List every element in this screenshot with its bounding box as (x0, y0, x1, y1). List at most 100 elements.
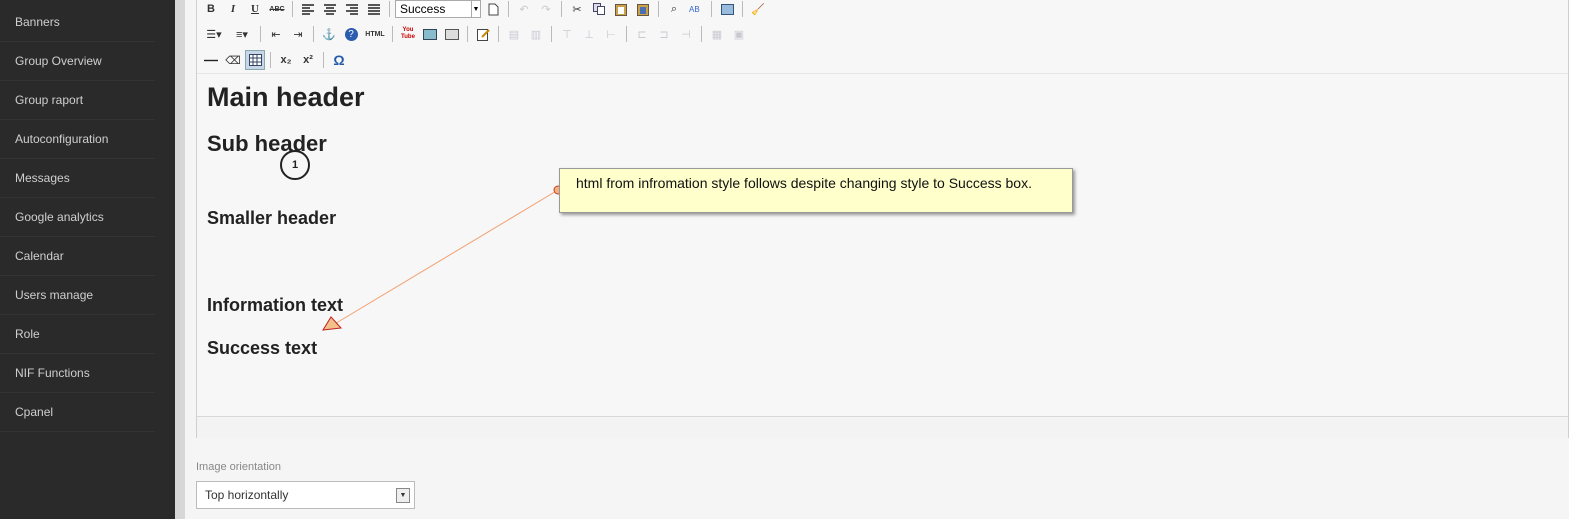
table-cell-props-icon[interactable]: ▥ (526, 24, 546, 44)
sidebar-item-banners[interactable]: Banners (0, 3, 155, 42)
sidebar-item-autoconfiguration[interactable]: Autoconfiguration (0, 120, 155, 159)
delete-col-icon[interactable]: ⊣ (676, 24, 696, 44)
redo-icon[interactable]: ↷ (536, 0, 556, 19)
toolbar-separator (561, 1, 562, 17)
editor-content[interactable]: Main header Sub header Smaller header In… (197, 73, 1568, 416)
sidebar-item-users-manage[interactable]: Users manage (0, 276, 155, 315)
undo-icon[interactable]: ↶ (514, 0, 534, 19)
style-select[interactable]: Success ▼ (395, 0, 481, 18)
sidebar-item-nif-functions[interactable]: NIF Functions (0, 354, 155, 393)
table-row-props-icon[interactable]: ▤ (504, 24, 524, 44)
paste-icon[interactable] (611, 0, 631, 19)
copy-icon[interactable] (589, 0, 609, 19)
find-icon[interactable]: ⌕ (664, 0, 684, 19)
toolbar-separator (323, 52, 324, 68)
fullscreen-icon[interactable] (717, 0, 737, 19)
smaller-header: Smaller header (207, 208, 337, 228)
horizontal-rule-icon[interactable] (201, 50, 221, 70)
chevron-down-icon: ▼ (396, 488, 410, 503)
numbered-list-icon[interactable]: ≡▾ (229, 24, 255, 44)
sidebar-item-messages[interactable]: Messages (0, 159, 155, 198)
italic-label: I (230, 3, 236, 15)
toolbar-separator (260, 26, 261, 42)
toolbar-separator (313, 26, 314, 42)
html-source-button[interactable]: HTML (363, 24, 387, 44)
toolbar-row-1: B I U ABC Success ▼ ↶ ↷ ✂ ⌕ AB 🧹 (201, 0, 768, 21)
information-text: Information text (207, 295, 344, 315)
image-orientation-label: Image orientation (196, 461, 281, 473)
rich-text-editor: B I U ABC Success ▼ ↶ ↷ ✂ ⌕ AB 🧹 ☰▾ ≡▾ ⇤… (196, 0, 1569, 438)
strikethrough-button[interactable]: ABC (267, 0, 287, 19)
toolbar-separator (508, 1, 509, 17)
cleanup-brush-icon[interactable]: 🧹 (748, 0, 768, 19)
toolbar-separator (742, 1, 743, 17)
merge-cells-icon[interactable]: ▣ (729, 24, 749, 44)
insert-row-before-icon[interactable]: ⊤ (557, 24, 577, 44)
sidebar-item-cpanel[interactable]: Cpanel (0, 393, 155, 432)
sidebar-item-group-overview[interactable]: Group Overview (0, 42, 155, 81)
toolbar-separator (292, 1, 293, 17)
sidebar-item-calendar[interactable]: Calendar (0, 237, 155, 276)
italic-button[interactable]: I (223, 0, 243, 19)
annotation-marker: 1 (280, 150, 310, 180)
chevron-down-icon: ▼ (471, 1, 480, 17)
toolbar-separator (551, 26, 552, 42)
image-orientation-value: Top horizontally (205, 488, 289, 502)
align-center-icon[interactable] (320, 0, 340, 19)
omega-label: Ω (333, 52, 345, 68)
edit-form-icon[interactable] (473, 24, 493, 44)
split-cells-icon[interactable]: ▦ (707, 24, 727, 44)
paste-word-icon[interactable] (633, 0, 653, 19)
main-header: Main header (207, 82, 365, 112)
delete-row-icon[interactable]: ⊢ (601, 24, 621, 44)
toolbar-row-3: ⌫ x₂ x² Ω (201, 48, 349, 72)
youtube-icon[interactable]: You Tube (398, 24, 418, 44)
success-text: Success text (207, 338, 318, 358)
sidebar-item-group-raport[interactable]: Group raport (0, 81, 155, 120)
new-document-icon[interactable] (483, 0, 503, 19)
toolbar-separator (467, 26, 468, 42)
annotation-marker-number: 1 (291, 159, 299, 171)
bullet-list-icon[interactable]: ☰▾ (201, 24, 227, 44)
sub-header: Sub header (207, 131, 327, 156)
outdent-icon[interactable]: ⇤ (266, 24, 286, 44)
html-source-label: HTML (365, 30, 385, 38)
indent-icon[interactable]: ⇥ (288, 24, 308, 44)
underline-button[interactable]: U (245, 0, 265, 19)
sidebar-item-google-analytics[interactable]: Google analytics (0, 198, 155, 237)
insert-col-after-icon[interactable]: ⊐ (654, 24, 674, 44)
bold-button[interactable]: B (201, 0, 221, 19)
visual-aid-table-icon[interactable] (245, 50, 265, 70)
toolbar-separator (498, 26, 499, 42)
align-right-icon[interactable] (342, 0, 362, 19)
anchor-icon[interactable]: ⚓ (319, 24, 339, 44)
special-char-button[interactable]: Ω (329, 50, 349, 70)
toolbar-separator (392, 26, 393, 42)
image-orientation-select[interactable]: Top horizontally ▼ (196, 481, 415, 509)
eraser-icon[interactable]: ⌫ (223, 50, 243, 70)
main-area: B I U ABC Success ▼ ↶ ↷ ✂ ⌕ AB 🧹 ☰▾ ≡▾ ⇤… (185, 0, 1569, 519)
insert-row-after-icon[interactable]: ⊥ (579, 24, 599, 44)
media-icon[interactable] (442, 24, 462, 44)
editor-statusbar (197, 416, 1568, 438)
toolbar-separator (658, 1, 659, 17)
insert-col-before-icon[interactable]: ⊏ (632, 24, 652, 44)
annotation-note: html from infromation style follows desp… (559, 168, 1073, 213)
align-left-icon[interactable] (298, 0, 318, 19)
toolbar-row-2: ☰▾ ≡▾ ⇤ ⇥ ⚓ ? HTML You Tube ▤ ▥ ⊤ ⊥ ⊢ ⊏ … (201, 22, 749, 46)
image-icon[interactable] (420, 24, 440, 44)
superscript-button[interactable]: x² (298, 50, 318, 70)
strike-label: ABC (269, 5, 285, 13)
help-icon[interactable]: ? (341, 24, 361, 44)
subscript-button[interactable]: x₂ (276, 50, 296, 70)
sidebar-item-role[interactable]: Role (0, 315, 155, 354)
replace-icon[interactable]: AB (686, 0, 706, 19)
align-justify-icon[interactable] (364, 0, 384, 19)
bold-label: B (207, 3, 215, 15)
svg-text:AB: AB (689, 5, 700, 14)
toolbar-separator (389, 1, 390, 17)
underline-label: U (251, 3, 259, 15)
toolbar-separator (701, 26, 702, 42)
toolbar-separator (711, 1, 712, 17)
cut-icon[interactable]: ✂ (567, 0, 587, 19)
